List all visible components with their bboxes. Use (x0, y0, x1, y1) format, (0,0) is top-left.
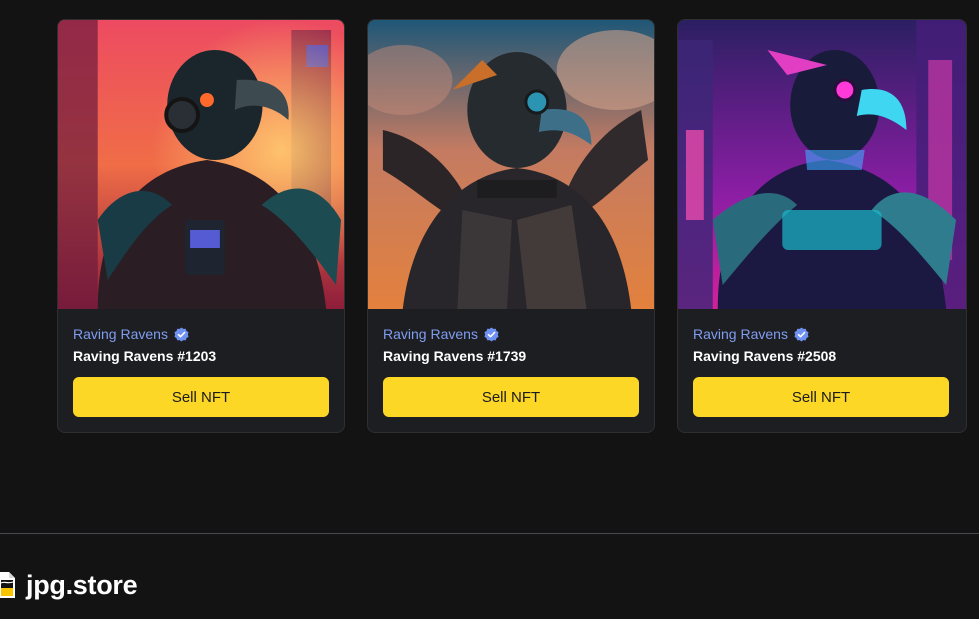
nft-gallery-page: Raving Ravens Raving Ravens #1203 Sell N… (0, 0, 979, 619)
nft-title[interactable]: Raving Ravens #1739 (383, 347, 638, 365)
footer-brand[interactable]: jpg.store (0, 568, 138, 602)
sell-nft-button[interactable]: Sell NFT (383, 377, 639, 417)
collection-name[interactable]: Raving Ravens (693, 325, 788, 343)
footer-divider (0, 533, 979, 534)
collection-name[interactable]: Raving Ravens (73, 325, 168, 343)
nft-image[interactable] (678, 20, 966, 309)
jpg-store-logo-icon (0, 572, 15, 598)
raven-artwork-2508 (678, 20, 966, 309)
sell-nft-button[interactable]: Sell NFT (693, 377, 949, 417)
collection-link[interactable]: Raving Ravens (383, 325, 638, 343)
collection-name[interactable]: Raving Ravens (383, 325, 478, 343)
brand-name[interactable]: jpg.store (26, 568, 138, 602)
nft-card[interactable]: Raving Ravens Raving Ravens #1203 Sell N… (57, 19, 345, 433)
nft-title[interactable]: Raving Ravens #1203 (73, 347, 328, 365)
collection-link[interactable]: Raving Ravens (693, 325, 950, 343)
nft-image[interactable] (58, 20, 344, 309)
nft-title[interactable]: Raving Ravens #2508 (693, 347, 950, 365)
collection-link[interactable]: Raving Ravens (73, 325, 328, 343)
sell-nft-button[interactable]: Sell NFT (73, 377, 329, 417)
nft-card[interactable]: Raving Ravens Raving Ravens #1739 Sell N… (367, 19, 655, 433)
verified-badge-icon (794, 326, 809, 342)
raven-artwork-1739 (368, 20, 654, 309)
verified-badge-icon (174, 326, 189, 342)
nft-image[interactable] (368, 20, 654, 309)
nft-card[interactable]: Raving Ravens Raving Ravens #2508 Sell N… (677, 19, 967, 433)
raven-artwork-1203 (58, 20, 344, 309)
verified-badge-icon (484, 326, 499, 342)
